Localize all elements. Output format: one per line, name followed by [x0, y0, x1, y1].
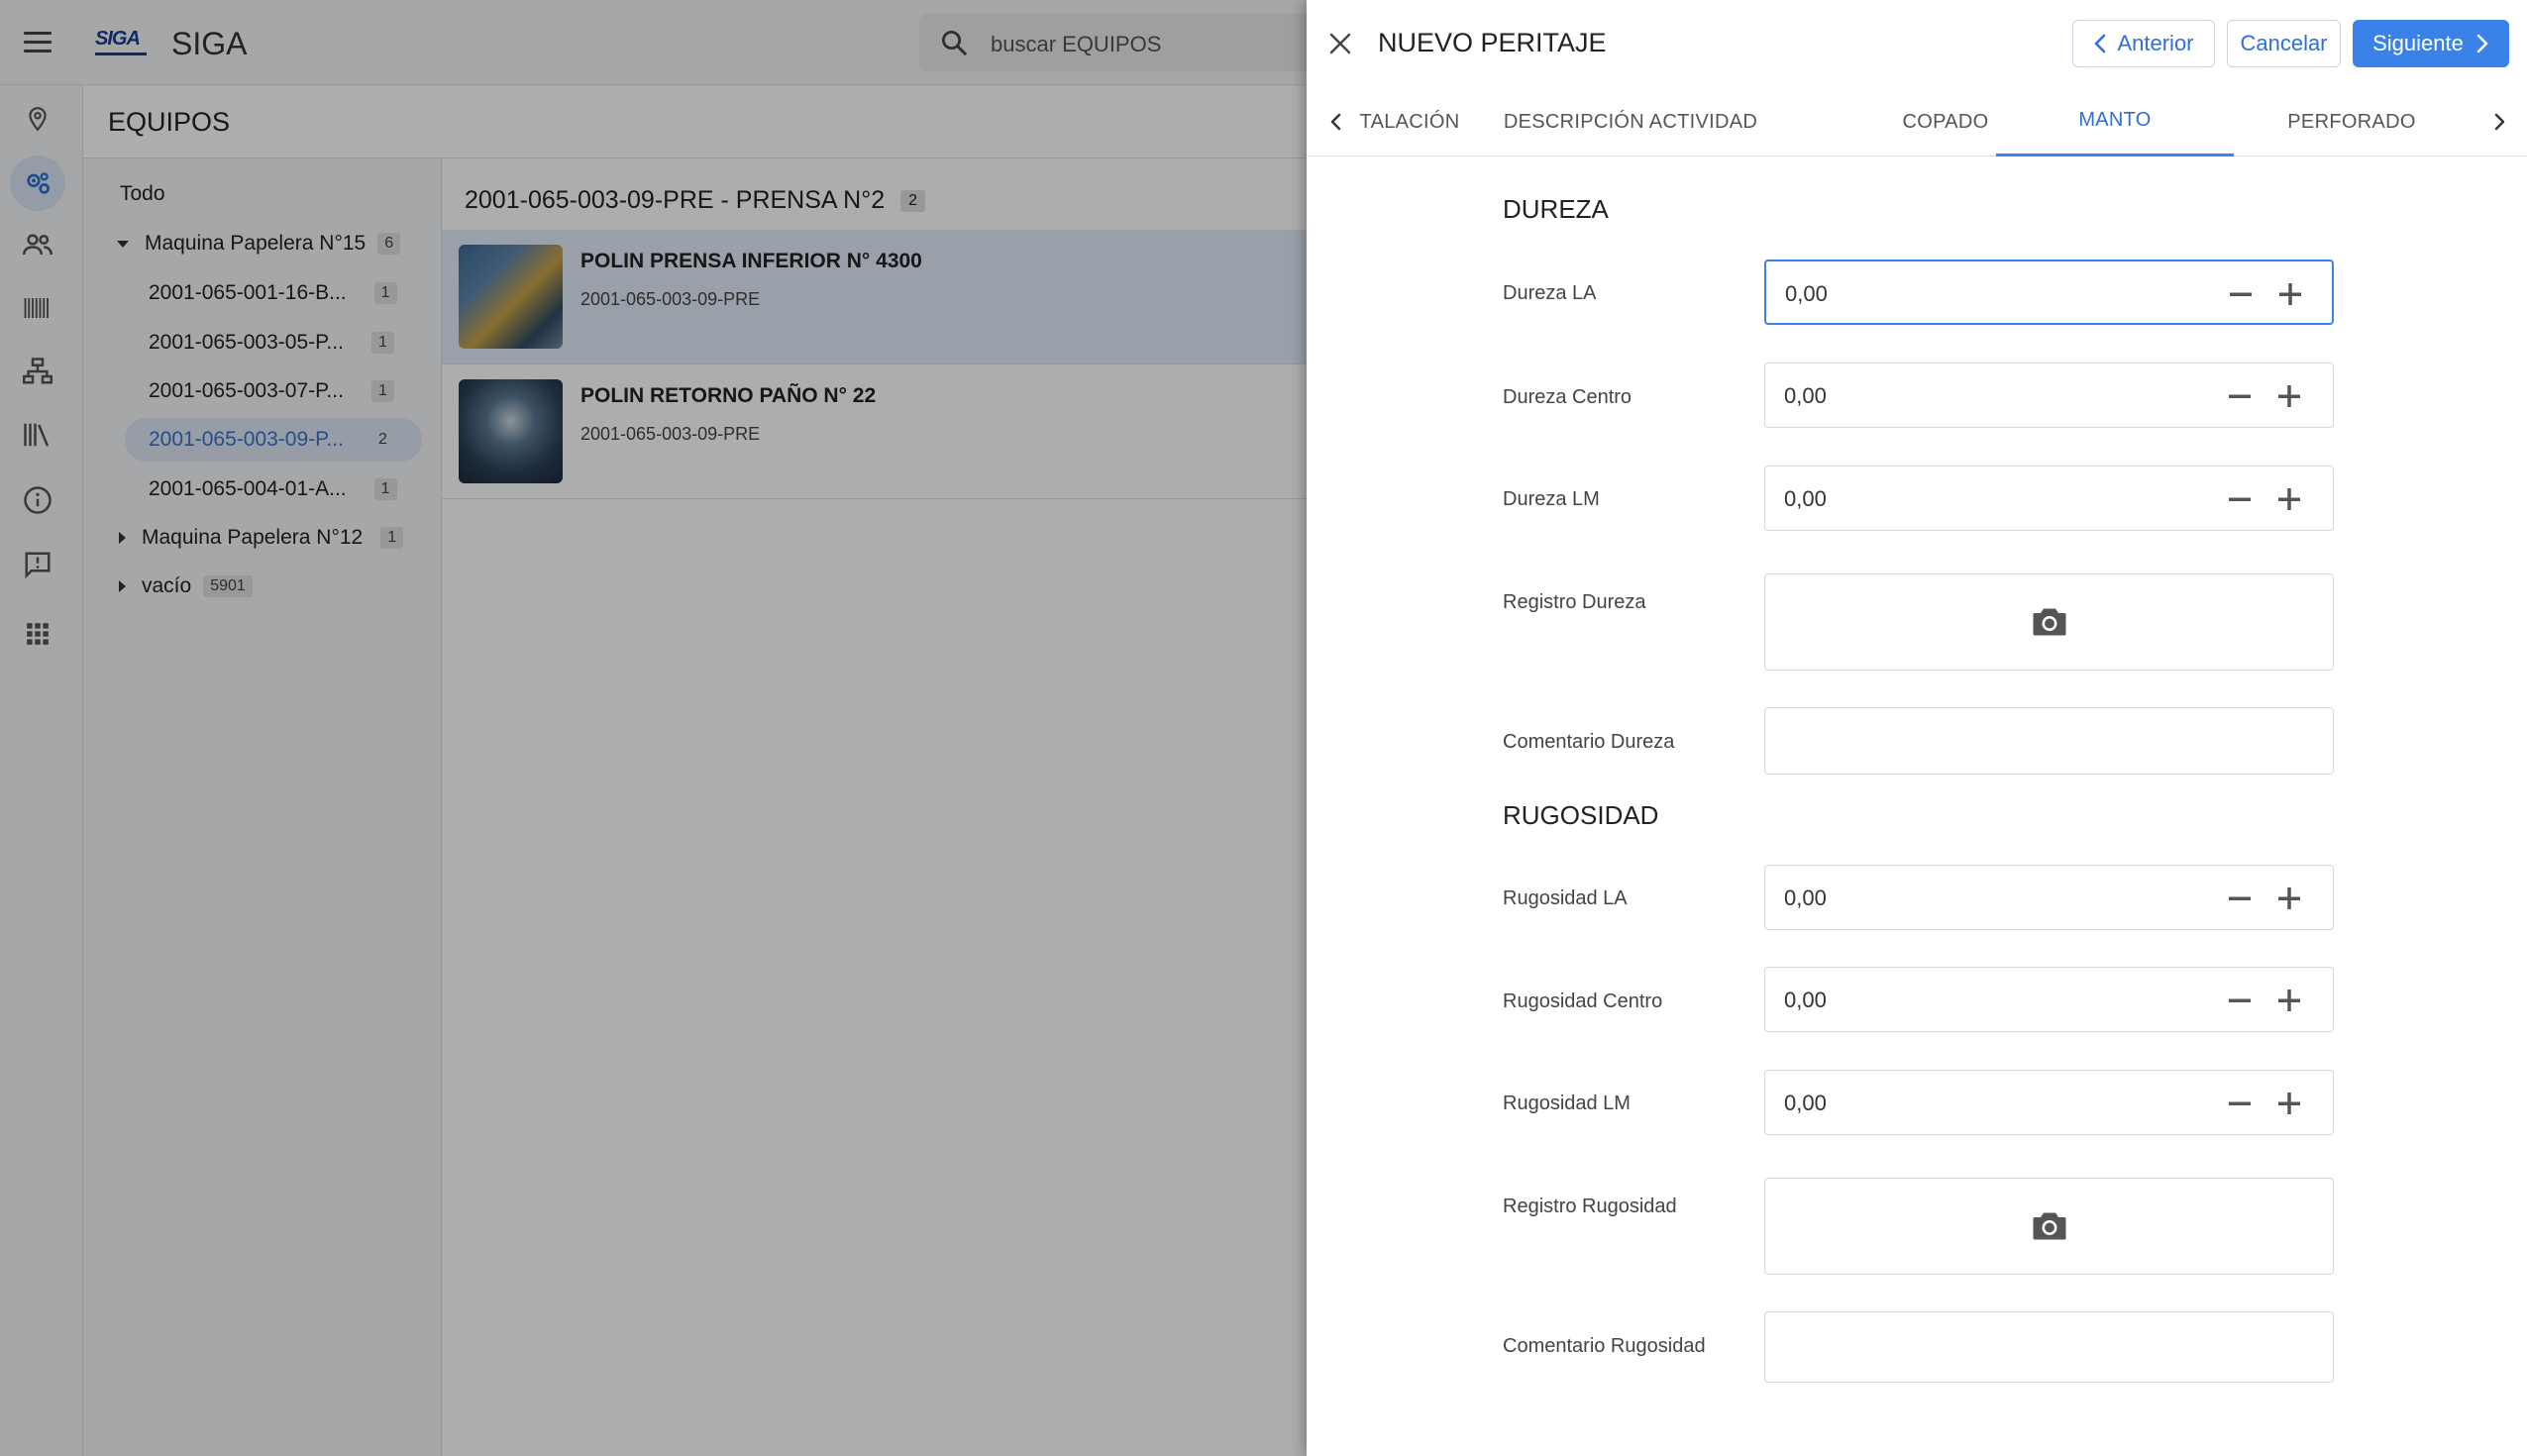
- registro-dureza-photo[interactable]: [1764, 573, 2334, 671]
- field-label: Dureza LA: [1503, 282, 1597, 304]
- stepper-value: 0,00: [1784, 486, 1827, 511]
- close-icon[interactable]: [1320, 24, 1360, 63]
- plus-icon[interactable]: [2272, 482, 2306, 516]
- stepper-value: 0,00: [1784, 1091, 1827, 1115]
- field-label: Dureza LM: [1503, 488, 1600, 510]
- previous-button[interactable]: Anterior: [2072, 20, 2215, 67]
- plus-icon[interactable]: [2272, 379, 2306, 413]
- previous-label: Anterior: [2117, 31, 2194, 55]
- minus-icon[interactable]: [2223, 482, 2257, 516]
- tabs-scroll-right-icon[interactable]: [2483, 106, 2515, 138]
- cancel-label: Cancelar: [2240, 31, 2328, 55]
- tab-descripcion-actividad[interactable]: DESCRIPCIÓN ACTIVIDAD: [1487, 87, 1774, 156]
- chevron-left-icon: [2095, 34, 2106, 53]
- plus-icon[interactable]: [2273, 277, 2307, 311]
- minus-icon[interactable]: [2224, 277, 2258, 311]
- section-title-dureza: DUREZA: [1503, 194, 1609, 224]
- registro-rugosidad-photo[interactable]: [1764, 1178, 2334, 1275]
- tab-manto[interactable]: MANTO: [1996, 87, 2234, 156]
- stepper-value: 0,00: [1784, 885, 1827, 910]
- plus-icon[interactable]: [2272, 1087, 2306, 1120]
- next-button[interactable]: Siguiente: [2353, 20, 2509, 67]
- chevron-right-icon: [2476, 34, 2488, 53]
- comentario-rugosidad-input[interactable]: [1764, 1311, 2334, 1383]
- nuevo-peritaje-panel: NUEVO PERITAJE Anterior Cancelar Siguien…: [1307, 0, 2527, 1456]
- tabs-scroll-left-icon[interactable]: [1320, 106, 1352, 138]
- cancel-button[interactable]: Cancelar: [2227, 20, 2341, 67]
- panel-title: NUEVO PERITAJE: [1378, 28, 1607, 57]
- section-title-rugosidad: RUGOSIDAD: [1503, 800, 1659, 830]
- next-label: Siguiente: [2372, 31, 2464, 55]
- tab-instalacion[interactable]: TALACIÓN: [1354, 87, 1465, 156]
- stepper-value: 0,00: [1784, 383, 1827, 408]
- minus-icon[interactable]: [2223, 1087, 2257, 1120]
- stepper-value: 0,00: [1785, 281, 1828, 306]
- tab-perforado[interactable]: PERFORADO: [2233, 87, 2471, 156]
- rugosidad-lm-stepper[interactable]: 0,00: [1764, 1070, 2334, 1135]
- minus-icon[interactable]: [2223, 984, 2257, 1017]
- plus-icon[interactable]: [2272, 882, 2306, 915]
- field-label: Comentario Rugosidad: [1503, 1335, 1706, 1357]
- field-label: Dureza Centro: [1503, 386, 1632, 408]
- field-label: Rugosidad LM: [1503, 1092, 1631, 1114]
- field-label: Rugosidad Centro: [1503, 990, 1663, 1012]
- dureza-centro-stepper[interactable]: 0,00: [1764, 363, 2334, 428]
- camera-icon: [2033, 1212, 2065, 1240]
- field-label: Registro Dureza: [1503, 591, 1646, 613]
- minus-icon[interactable]: [2223, 882, 2257, 915]
- comentario-dureza-input[interactable]: [1764, 707, 2334, 775]
- dureza-lm-stepper[interactable]: 0,00: [1764, 466, 2334, 531]
- field-label: Comentario Dureza: [1503, 731, 1675, 753]
- plus-icon[interactable]: [2272, 984, 2306, 1017]
- field-label: Rugosidad LA: [1503, 887, 1628, 909]
- section-tabs: TALACIÓN DESCRIPCIÓN ACTIVIDAD COPADO MA…: [1307, 87, 2527, 156]
- camera-icon: [2033, 608, 2065, 636]
- minus-icon[interactable]: [2223, 379, 2257, 413]
- rugosidad-la-stepper[interactable]: 0,00: [1764, 865, 2334, 930]
- panel-header: NUEVO PERITAJE Anterior Cancelar Siguien…: [1307, 0, 2527, 87]
- rugosidad-centro-stepper[interactable]: 0,00: [1764, 967, 2334, 1032]
- dureza-la-stepper[interactable]: 0,00: [1764, 260, 2334, 325]
- field-label: Registro Rugosidad: [1503, 1196, 1677, 1217]
- stepper-value: 0,00: [1784, 988, 1827, 1012]
